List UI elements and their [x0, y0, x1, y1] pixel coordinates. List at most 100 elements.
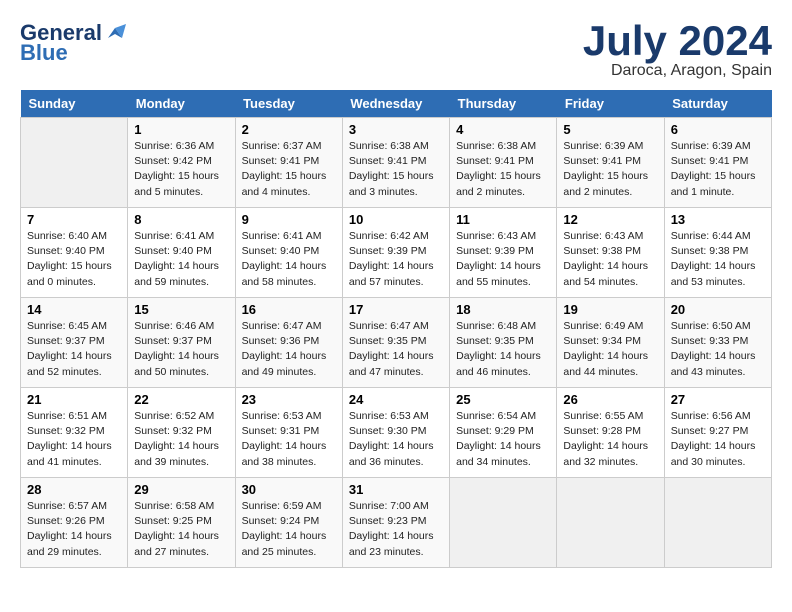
- day-info: Sunrise: 6:51 AMSunset: 9:32 PMDaylight:…: [27, 409, 121, 470]
- header-monday: Monday: [128, 90, 235, 118]
- header-tuesday: Tuesday: [235, 90, 342, 118]
- day-info: Sunrise: 6:47 AMSunset: 9:35 PMDaylight:…: [349, 319, 443, 380]
- day-info: Sunrise: 6:50 AMSunset: 9:33 PMDaylight:…: [671, 319, 765, 380]
- calendar-cell: 11 Sunrise: 6:43 AMSunset: 9:39 PMDayligh…: [450, 208, 557, 298]
- day-info: Sunrise: 6:41 AMSunset: 9:40 PMDaylight:…: [242, 229, 336, 290]
- day-info: Sunrise: 6:41 AMSunset: 9:40 PMDaylight:…: [134, 229, 228, 290]
- header-thursday: Thursday: [450, 90, 557, 118]
- page-header: General Blue July 2024 Daroca, Aragon, S…: [20, 20, 772, 80]
- day-info: Sunrise: 6:54 AMSunset: 9:29 PMDaylight:…: [456, 409, 550, 470]
- calendar-cell: 12 Sunrise: 6:43 AMSunset: 9:38 PMDayligh…: [557, 208, 664, 298]
- header-wednesday: Wednesday: [342, 90, 449, 118]
- calendar-cell: 16Sunrise: 6:47 AMSunset: 9:36 PMDayligh…: [235, 298, 342, 388]
- calendar-cell: 7 Sunrise: 6:40 AMSunset: 9:40 PMDaylight…: [21, 208, 128, 298]
- calendar-cell: 20 Sunrise: 6:50 AMSunset: 9:33 PMDayligh…: [664, 298, 771, 388]
- week-row-5: 28 Sunrise: 6:57 AMSunset: 9:26 PMDayligh…: [21, 478, 772, 568]
- calendar-cell: 27 Sunrise: 6:56 AMSunset: 9:27 PMDayligh…: [664, 388, 771, 478]
- calendar-cell: 31 Sunrise: 7:00 AMSunset: 9:23 PMDayligh…: [342, 478, 449, 568]
- day-number: 11: [456, 212, 550, 227]
- day-number: 13: [671, 212, 765, 227]
- day-info: Sunrise: 6:45 AMSunset: 9:37 PMDaylight:…: [27, 319, 121, 380]
- calendar-cell: 23 Sunrise: 6:53 AMSunset: 9:31 PMDayligh…: [235, 388, 342, 478]
- calendar-cell: 21Sunrise: 6:51 AMSunset: 9:32 PMDayligh…: [21, 388, 128, 478]
- day-info: Sunrise: 6:56 AMSunset: 9:27 PMDaylight:…: [671, 409, 765, 470]
- calendar-cell: [450, 478, 557, 568]
- day-number: 18: [456, 302, 550, 317]
- day-number: 27: [671, 392, 765, 407]
- header-friday: Friday: [557, 90, 664, 118]
- calendar-cell: 18Sunrise: 6:48 AMSunset: 9:35 PMDayligh…: [450, 298, 557, 388]
- day-number: 31: [349, 482, 443, 497]
- calendar-cell: 29 Sunrise: 6:58 AMSunset: 9:25 PMDayligh…: [128, 478, 235, 568]
- calendar-cell: [557, 478, 664, 568]
- day-number: 26: [563, 392, 657, 407]
- calendar-cell: 10Sunrise: 6:42 AMSunset: 9:39 PMDayligh…: [342, 208, 449, 298]
- day-info: Sunrise: 6:37 AMSunset: 9:41 PMDaylight:…: [242, 139, 336, 200]
- day-number: 15: [134, 302, 228, 317]
- day-info: Sunrise: 6:55 AMSunset: 9:28 PMDaylight:…: [563, 409, 657, 470]
- day-info: Sunrise: 6:47 AMSunset: 9:36 PMDaylight:…: [242, 319, 336, 380]
- calendar-cell: 5Sunrise: 6:39 AMSunset: 9:41 PMDaylight…: [557, 118, 664, 208]
- day-info: Sunrise: 7:00 AMSunset: 9:23 PMDaylight:…: [349, 499, 443, 560]
- calendar-cell: 25Sunrise: 6:54 AMSunset: 9:29 PMDayligh…: [450, 388, 557, 478]
- logo-text-blue: Blue: [20, 40, 68, 66]
- week-row-1: 1 Sunrise: 6:36 AMSunset: 9:42 PMDaylight…: [21, 118, 772, 208]
- calendar-cell: 9Sunrise: 6:41 AMSunset: 9:40 PMDaylight…: [235, 208, 342, 298]
- day-info: Sunrise: 6:46 AMSunset: 9:37 PMDaylight:…: [134, 319, 228, 380]
- calendar-cell: 14 Sunrise: 6:45 AMSunset: 9:37 PMDayligh…: [21, 298, 128, 388]
- day-info: Sunrise: 6:53 AMSunset: 9:31 PMDaylight:…: [242, 409, 336, 470]
- month-title: July 2024: [583, 20, 772, 62]
- day-info: Sunrise: 6:52 AMSunset: 9:32 PMDaylight:…: [134, 409, 228, 470]
- day-info: Sunrise: 6:39 AMSunset: 9:41 PMDaylight:…: [671, 139, 765, 200]
- title-section: July 2024 Daroca, Aragon, Spain: [583, 20, 772, 80]
- day-number: 24: [349, 392, 443, 407]
- logo: General Blue: [20, 20, 126, 66]
- day-number: 10: [349, 212, 443, 227]
- calendar-header-row: SundayMondayTuesdayWednesdayThursdayFrid…: [21, 90, 772, 118]
- day-number: 14: [27, 302, 121, 317]
- calendar-cell: [21, 118, 128, 208]
- day-info: Sunrise: 6:43 AMSunset: 9:39 PMDaylight:…: [456, 229, 550, 290]
- day-number: 30: [242, 482, 336, 497]
- calendar-cell: 6Sunrise: 6:39 AMSunset: 9:41 PMDaylight…: [664, 118, 771, 208]
- day-number: 22: [134, 392, 228, 407]
- day-number: 12: [563, 212, 657, 227]
- day-number: 23: [242, 392, 336, 407]
- calendar-cell: [664, 478, 771, 568]
- day-number: 20: [671, 302, 765, 317]
- calendar-cell: 28 Sunrise: 6:57 AMSunset: 9:26 PMDayligh…: [21, 478, 128, 568]
- day-info: Sunrise: 6:44 AMSunset: 9:38 PMDaylight:…: [671, 229, 765, 290]
- calendar-cell: 3Sunrise: 6:38 AMSunset: 9:41 PMDaylight…: [342, 118, 449, 208]
- week-row-4: 21Sunrise: 6:51 AMSunset: 9:32 PMDayligh…: [21, 388, 772, 478]
- day-number: 3: [349, 122, 443, 137]
- day-info: Sunrise: 6:43 AMSunset: 9:38 PMDaylight:…: [563, 229, 657, 290]
- header-saturday: Saturday: [664, 90, 771, 118]
- day-number: 1: [134, 122, 228, 137]
- day-number: 4: [456, 122, 550, 137]
- day-number: 29: [134, 482, 228, 497]
- header-sunday: Sunday: [21, 90, 128, 118]
- week-row-3: 14 Sunrise: 6:45 AMSunset: 9:37 PMDayligh…: [21, 298, 772, 388]
- day-info: Sunrise: 6:38 AMSunset: 9:41 PMDaylight:…: [456, 139, 550, 200]
- calendar-table: SundayMondayTuesdayWednesdayThursdayFrid…: [20, 90, 772, 568]
- day-info: Sunrise: 6:39 AMSunset: 9:41 PMDaylight:…: [563, 139, 657, 200]
- logo-bird-icon: [104, 24, 126, 42]
- day-number: 19: [563, 302, 657, 317]
- day-number: 7: [27, 212, 121, 227]
- day-info: Sunrise: 6:58 AMSunset: 9:25 PMDaylight:…: [134, 499, 228, 560]
- calendar-cell: 30 Sunrise: 6:59 AMSunset: 9:24 PMDayligh…: [235, 478, 342, 568]
- calendar-cell: 19 Sunrise: 6:49 AMSunset: 9:34 PMDayligh…: [557, 298, 664, 388]
- calendar-cell: 8 Sunrise: 6:41 AMSunset: 9:40 PMDaylight…: [128, 208, 235, 298]
- day-number: 28: [27, 482, 121, 497]
- day-number: 8: [134, 212, 228, 227]
- day-info: Sunrise: 6:59 AMSunset: 9:24 PMDaylight:…: [242, 499, 336, 560]
- day-info: Sunrise: 6:40 AMSunset: 9:40 PMDaylight:…: [27, 229, 121, 290]
- day-number: 17: [349, 302, 443, 317]
- day-info: Sunrise: 6:57 AMSunset: 9:26 PMDaylight:…: [27, 499, 121, 560]
- calendar-cell: 22 Sunrise: 6:52 AMSunset: 9:32 PMDayligh…: [128, 388, 235, 478]
- day-info: Sunrise: 6:36 AMSunset: 9:42 PMDaylight:…: [134, 139, 228, 200]
- calendar-cell: 15 Sunrise: 6:46 AMSunset: 9:37 PMDayligh…: [128, 298, 235, 388]
- day-info: Sunrise: 6:53 AMSunset: 9:30 PMDaylight:…: [349, 409, 443, 470]
- location-title: Daroca, Aragon, Spain: [583, 62, 772, 80]
- day-info: Sunrise: 6:49 AMSunset: 9:34 PMDaylight:…: [563, 319, 657, 380]
